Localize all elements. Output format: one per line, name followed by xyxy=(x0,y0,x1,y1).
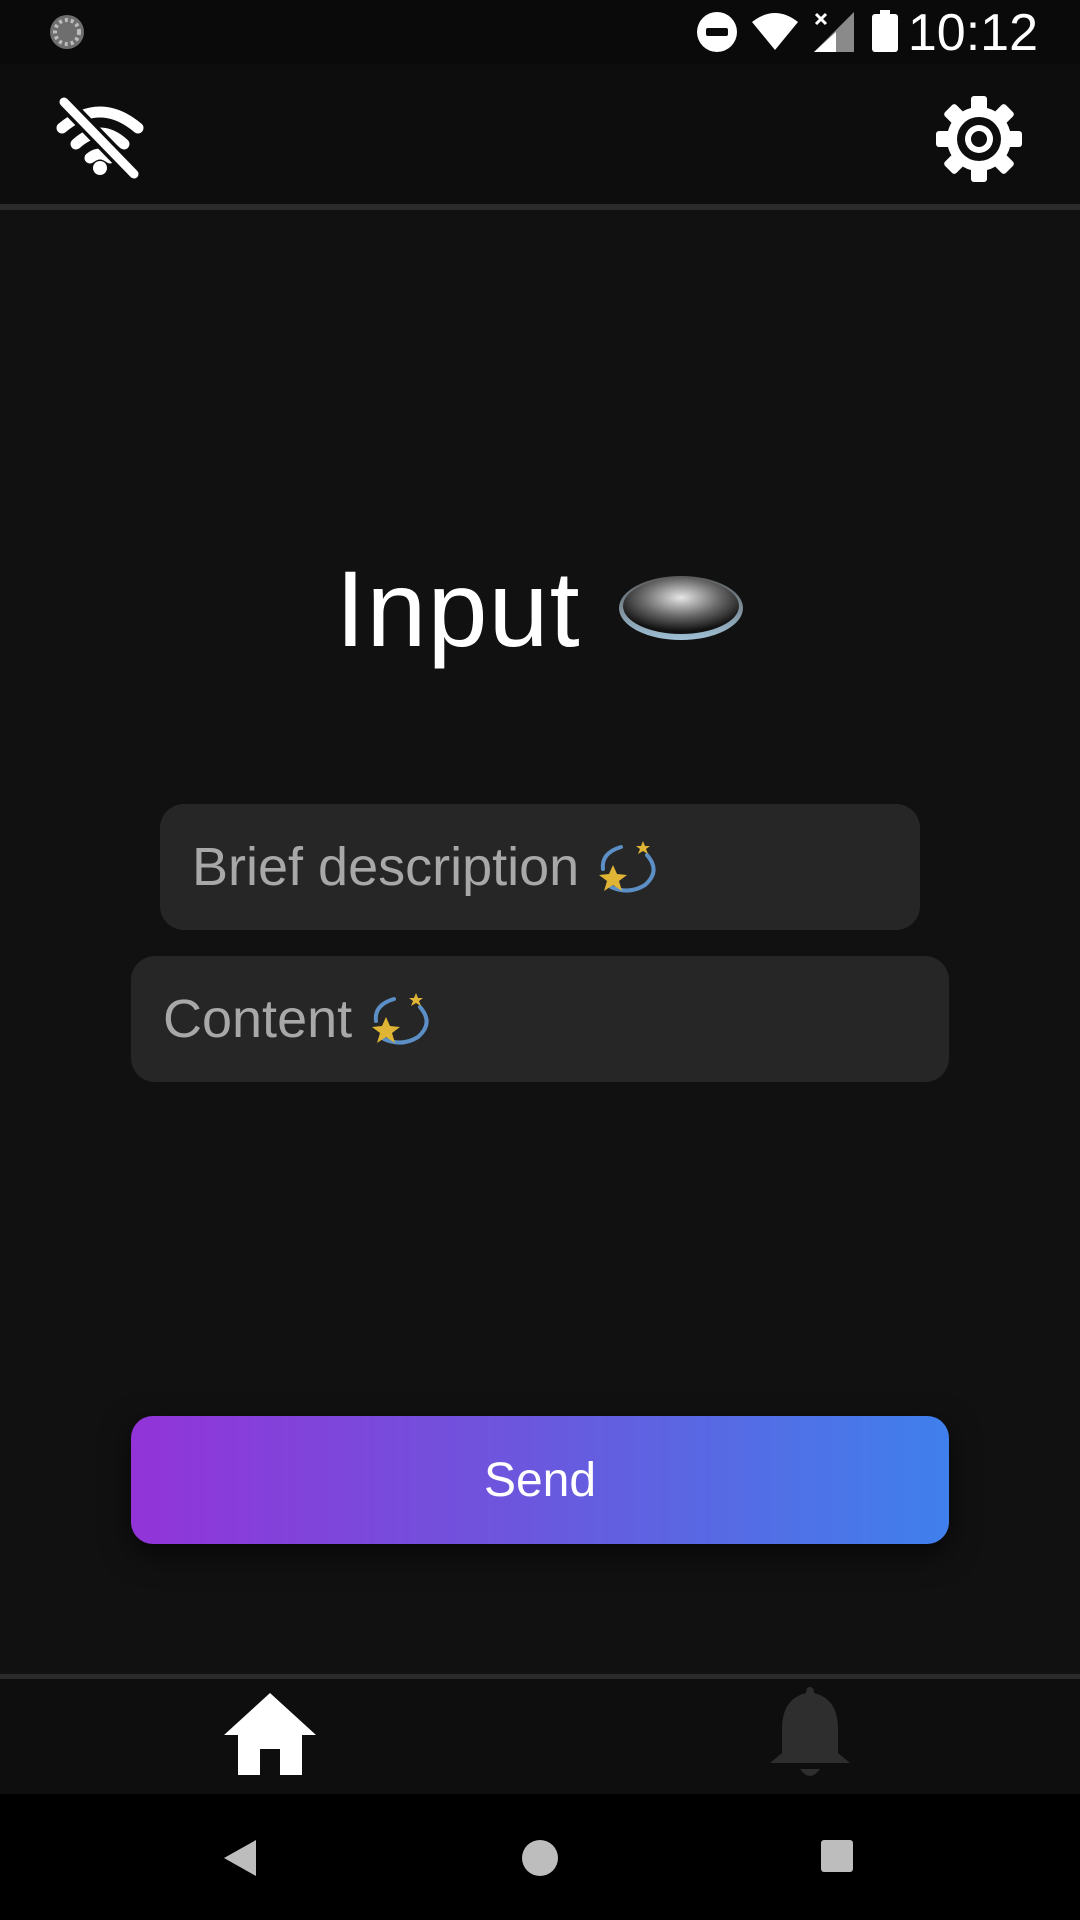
home-icon[interactable] xyxy=(222,1689,318,1779)
content-placeholder: Content xyxy=(163,989,353,1049)
home-circle-icon[interactable] xyxy=(520,1838,560,1878)
sync-icon xyxy=(50,15,84,49)
status-bar: 10:12 xyxy=(0,0,1080,64)
hole-icon xyxy=(618,576,743,640)
recents-icon[interactable] xyxy=(820,1839,854,1873)
send-button[interactable]: Send xyxy=(131,1416,949,1544)
page-title-row: Input xyxy=(0,547,1080,669)
content-field[interactable]: Content xyxy=(131,956,949,1082)
brief-description-placeholder: Brief description xyxy=(192,837,580,897)
status-time: 10:12 xyxy=(907,4,1038,62)
wifi-icon xyxy=(752,13,798,50)
toolbar-divider xyxy=(0,204,1080,210)
send-button-label: Send xyxy=(483,1453,597,1507)
wifi-off-icon[interactable] xyxy=(50,94,150,182)
top-toolbar xyxy=(0,64,1080,206)
dizzy-sparkle-icon xyxy=(372,993,429,1045)
gear-icon[interactable] xyxy=(934,94,1024,184)
bottom-navigation xyxy=(0,1679,1080,1794)
dizzy-sparkle-icon xyxy=(599,841,656,893)
battery-icon xyxy=(872,10,898,52)
do-not-disturb-icon xyxy=(697,12,737,52)
system-navigation-bar xyxy=(0,1794,1080,1920)
cellular-no-signal-icon xyxy=(814,12,854,52)
brief-description-field[interactable]: Brief description xyxy=(160,804,920,930)
back-icon[interactable] xyxy=(222,1838,258,1878)
bell-icon[interactable] xyxy=(766,1683,854,1783)
page-title: Input xyxy=(335,547,581,669)
